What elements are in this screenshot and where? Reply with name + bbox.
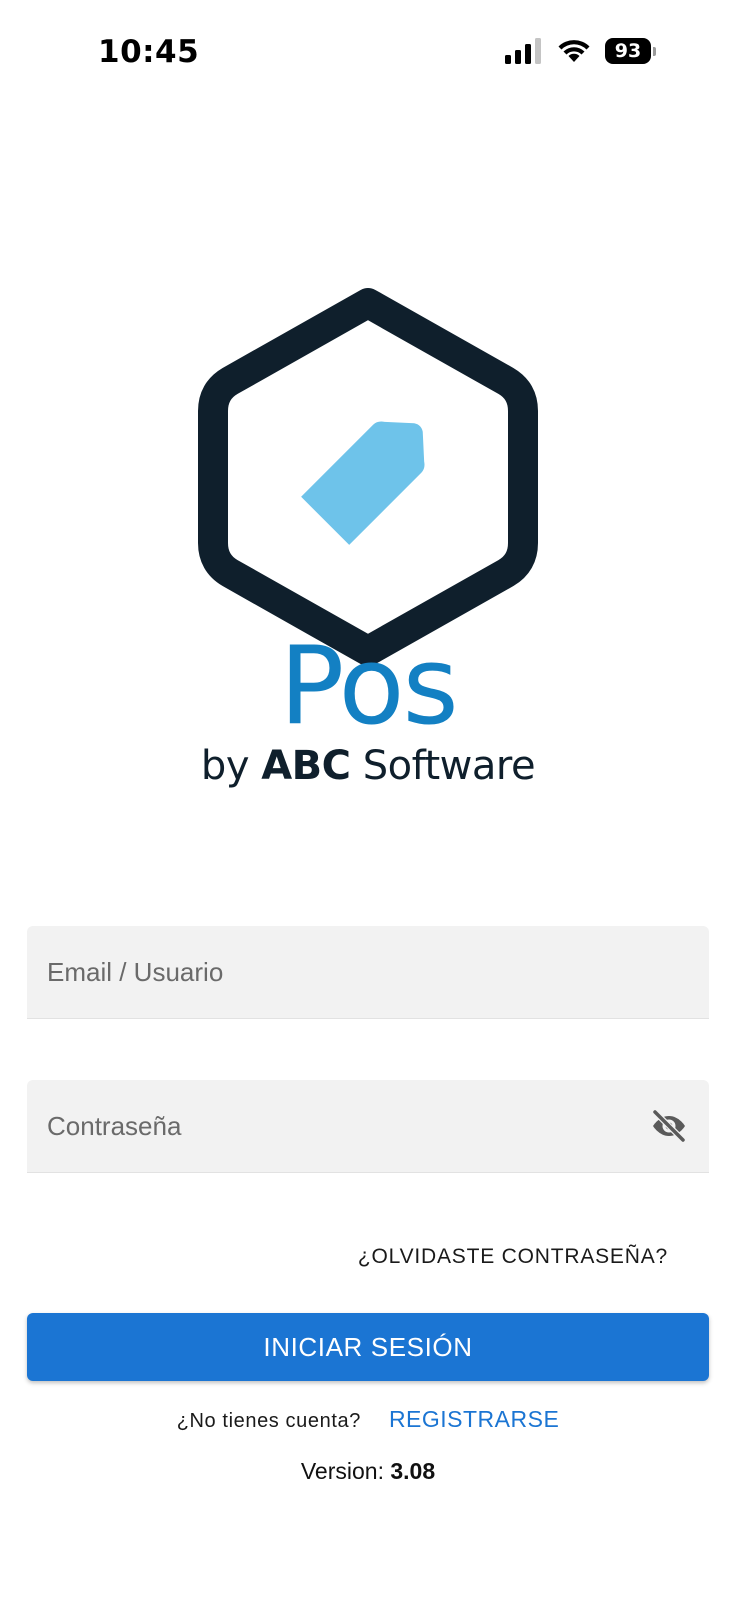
company-name: by ABC Software (0, 738, 736, 794)
price-tag (301, 421, 425, 545)
battery-icon: 93 (605, 38, 651, 64)
email-field[interactable] (27, 926, 709, 1019)
tag-hole (410, 406, 424, 420)
version-number: 3.08 (390, 1458, 436, 1484)
password-input[interactable] (47, 1080, 647, 1173)
no-account-text: ¿No tienes cuenta? (176, 1410, 361, 1432)
register-link[interactable]: REGISTRARSE (389, 1406, 559, 1433)
company-rest: Software (362, 743, 536, 789)
status-icons: 93 (505, 38, 656, 64)
version-text: Version: 3.08 (0, 1458, 736, 1485)
company-by: by (200, 743, 250, 789)
eye-off-icon[interactable] (649, 1108, 689, 1144)
app-name: Pos (279, 624, 459, 749)
login-button[interactable]: INICIAR SESIÓN (27, 1313, 709, 1381)
register-row: ¿No tienes cuenta? REGISTRARSE (0, 1406, 736, 1433)
password-field[interactable] (27, 1080, 709, 1173)
status-time: 10:45 (98, 34, 200, 70)
forgot-password-link[interactable]: ¿OLVIDASTE CONTRASEÑA? (358, 1245, 668, 1269)
wifi-icon (558, 40, 590, 62)
status-bar: 10:45 93 (0, 0, 736, 100)
version-label: Version: (300, 1458, 384, 1484)
signal-icon (505, 38, 541, 64)
login-screen: 10:45 93 Pos by ABC Software Email / Usu… (0, 0, 736, 1600)
company-bold: ABC (261, 743, 351, 789)
battery-tip (653, 46, 656, 56)
battery-level: 93 (614, 40, 642, 62)
email-input[interactable] (47, 926, 647, 1019)
